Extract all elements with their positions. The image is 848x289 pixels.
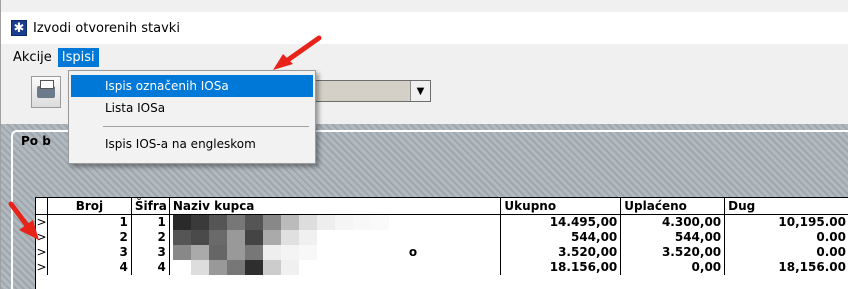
cell-naziv-redacted: o: [170, 245, 502, 260]
menu-akcije[interactable]: Akcije: [9, 48, 56, 67]
menu-item-ispis-oznacenih[interactable]: Ispis označenih IOSa: [71, 75, 313, 97]
group-label: Po b: [21, 134, 51, 148]
cell-uplaceno: 544,00: [621, 230, 726, 245]
cell-broj: 3: [48, 245, 132, 260]
menu-separator: [103, 126, 309, 127]
cell-sifra: 3: [132, 245, 170, 260]
cell-dug: 10,195.00: [778, 215, 846, 229]
table-row[interactable]: > 4 4 18.156,00 0,00 18,156.00: [36, 260, 848, 275]
cell-dug: 18,156.00: [778, 260, 846, 274]
column-header-dug[interactable]: Dug: [725, 198, 848, 214]
cell-naziv-redacted: [170, 215, 502, 230]
row-marker: >: [36, 260, 48, 275]
grid-header-row: Broj Šifra Naziv kupca Ukupno Uplaćeno D…: [36, 198, 848, 215]
cell-ukupno: 18.156,00: [501, 260, 622, 275]
print-button[interactable]: [31, 76, 61, 108]
table-row[interactable]: > 2 2 544,00 544,00 0.00: [36, 230, 848, 245]
ispisi-dropdown-menu: Ispis označenih IOSa Lista IOSa Ispis IO…: [68, 70, 316, 164]
cell-sifra: 4: [132, 260, 170, 275]
star-app-icon: ✱: [11, 20, 27, 36]
cell-ukupno: 544,00: [501, 230, 622, 245]
data-grid[interactable]: Broj Šifra Naziv kupca Ukupno Uplaćeno D…: [35, 197, 848, 289]
cell-ukupno: 14.495,00: [501, 215, 622, 230]
column-header-sifra[interactable]: Šifra: [132, 198, 170, 214]
cell-sifra: 2: [132, 230, 170, 245]
table-row[interactable]: > 1 1 14.495,00 4.300,00 10,195.00: [36, 215, 848, 230]
cell-naziv-redacted: [170, 260, 502, 275]
title-bar[interactable]: ✱ Izvodi otvorenih stavki: [1, 12, 848, 44]
chevron-down-icon[interactable]: ▼: [410, 81, 430, 101]
cell-broj: 2: [48, 230, 132, 245]
cell-uplaceno: 4.300,00: [621, 215, 726, 230]
cell-uplaceno: 3.520,00: [621, 245, 726, 260]
menu-item-ispis-engleski[interactable]: Ispis IOS-a na engleskom: [71, 133, 313, 155]
cell-sifra: 1: [132, 215, 170, 230]
menu-bar: Akcije Ispisi: [1, 46, 848, 68]
cell-dug: 0.00: [816, 245, 846, 259]
app-window: ✱ Izvodi otvorenih stavki Akcije Ispisi …: [0, 0, 848, 289]
menu-item-lista-iosa[interactable]: Lista IOSa: [71, 97, 313, 119]
menu-ispisi[interactable]: Ispisi: [57, 47, 99, 67]
cell-naziv-redacted: [170, 230, 502, 245]
row-marker: >: [36, 245, 48, 260]
window-title: Izvodi otvorenih stavki: [33, 20, 180, 36]
printer-icon: [37, 80, 55, 98]
cell-broj: 4: [48, 260, 132, 275]
column-header-naziv[interactable]: Naziv kupca: [170, 198, 502, 214]
cell-naziv-suffix: o: [408, 245, 418, 259]
cell-dug: 0.00: [816, 230, 846, 244]
annotation-arrow-icon: [273, 35, 322, 70]
cell-broj: 1: [48, 215, 132, 230]
table-row[interactable]: > 3 3 o 3.520,00 3.520,00 0.00: [36, 245, 848, 260]
annotation-arrow-icon: [8, 201, 39, 240]
column-header-ukupno[interactable]: Ukupno: [501, 198, 622, 214]
cell-ukupno: 3.520,00: [501, 245, 622, 260]
cell-uplaceno: 0,00: [621, 260, 726, 275]
column-header-broj[interactable]: Broj: [48, 198, 132, 214]
column-header-uplaceno[interactable]: Uplaćeno: [621, 198, 726, 214]
